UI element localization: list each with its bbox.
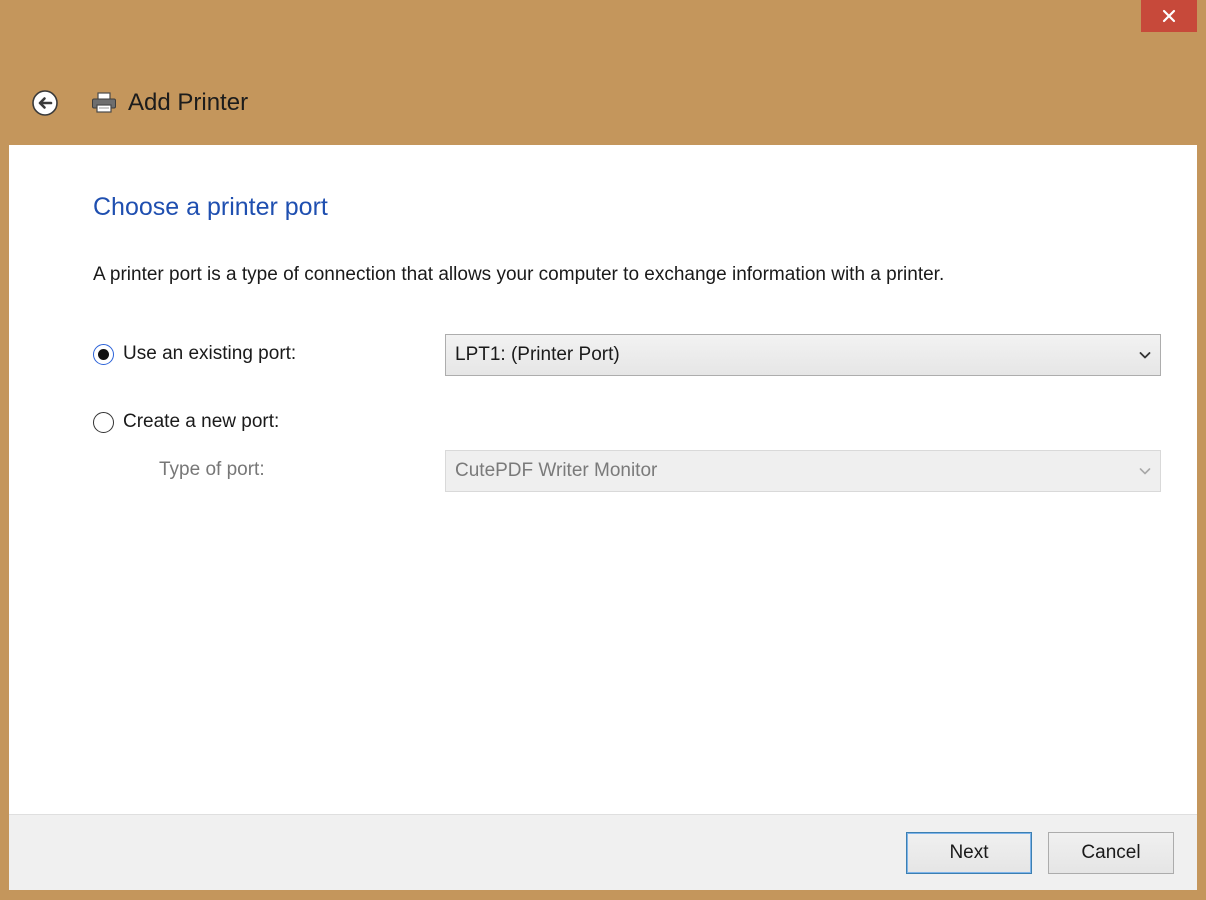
- printer-icon: [91, 92, 117, 114]
- back-arrow-icon: [32, 90, 58, 116]
- close-button[interactable]: [1141, 0, 1197, 32]
- type-of-port-label: Type of port:: [159, 459, 265, 480]
- window-title: Add Printer: [128, 89, 249, 116]
- wizard-footer: Next Cancel: [9, 814, 1197, 890]
- type-of-port-select[interactable]: CutePDF Writer Monitor: [445, 450, 1161, 492]
- page-description: A printer port is a type of connection t…: [93, 264, 945, 285]
- new-port-radio[interactable]: [93, 411, 114, 433]
- existing-port-option[interactable]: Use an existing port:: [93, 343, 296, 365]
- page-title: Choose a printer port: [93, 193, 328, 221]
- chevron-down-icon: [1139, 352, 1151, 359]
- next-button[interactable]: Next: [906, 832, 1032, 874]
- wizard-content: Choose a printer port A printer port is …: [9, 145, 1197, 814]
- add-printer-window: Add Printer Choose a printer port A prin…: [0, 0, 1206, 900]
- existing-port-value: LPT1: (Printer Port): [455, 344, 620, 365]
- cancel-button[interactable]: Cancel: [1048, 832, 1174, 874]
- chevron-down-icon: [1139, 468, 1151, 475]
- existing-port-select[interactable]: LPT1: (Printer Port): [445, 334, 1161, 376]
- new-port-label: Create a new port:: [123, 411, 280, 432]
- existing-port-label: Use an existing port:: [123, 343, 297, 364]
- back-button[interactable]: [30, 88, 60, 118]
- new-port-option[interactable]: Create a new port:: [93, 411, 279, 433]
- existing-port-radio[interactable]: [93, 343, 114, 365]
- type-of-port-value: CutePDF Writer Monitor: [455, 460, 658, 481]
- close-icon: [1162, 9, 1176, 23]
